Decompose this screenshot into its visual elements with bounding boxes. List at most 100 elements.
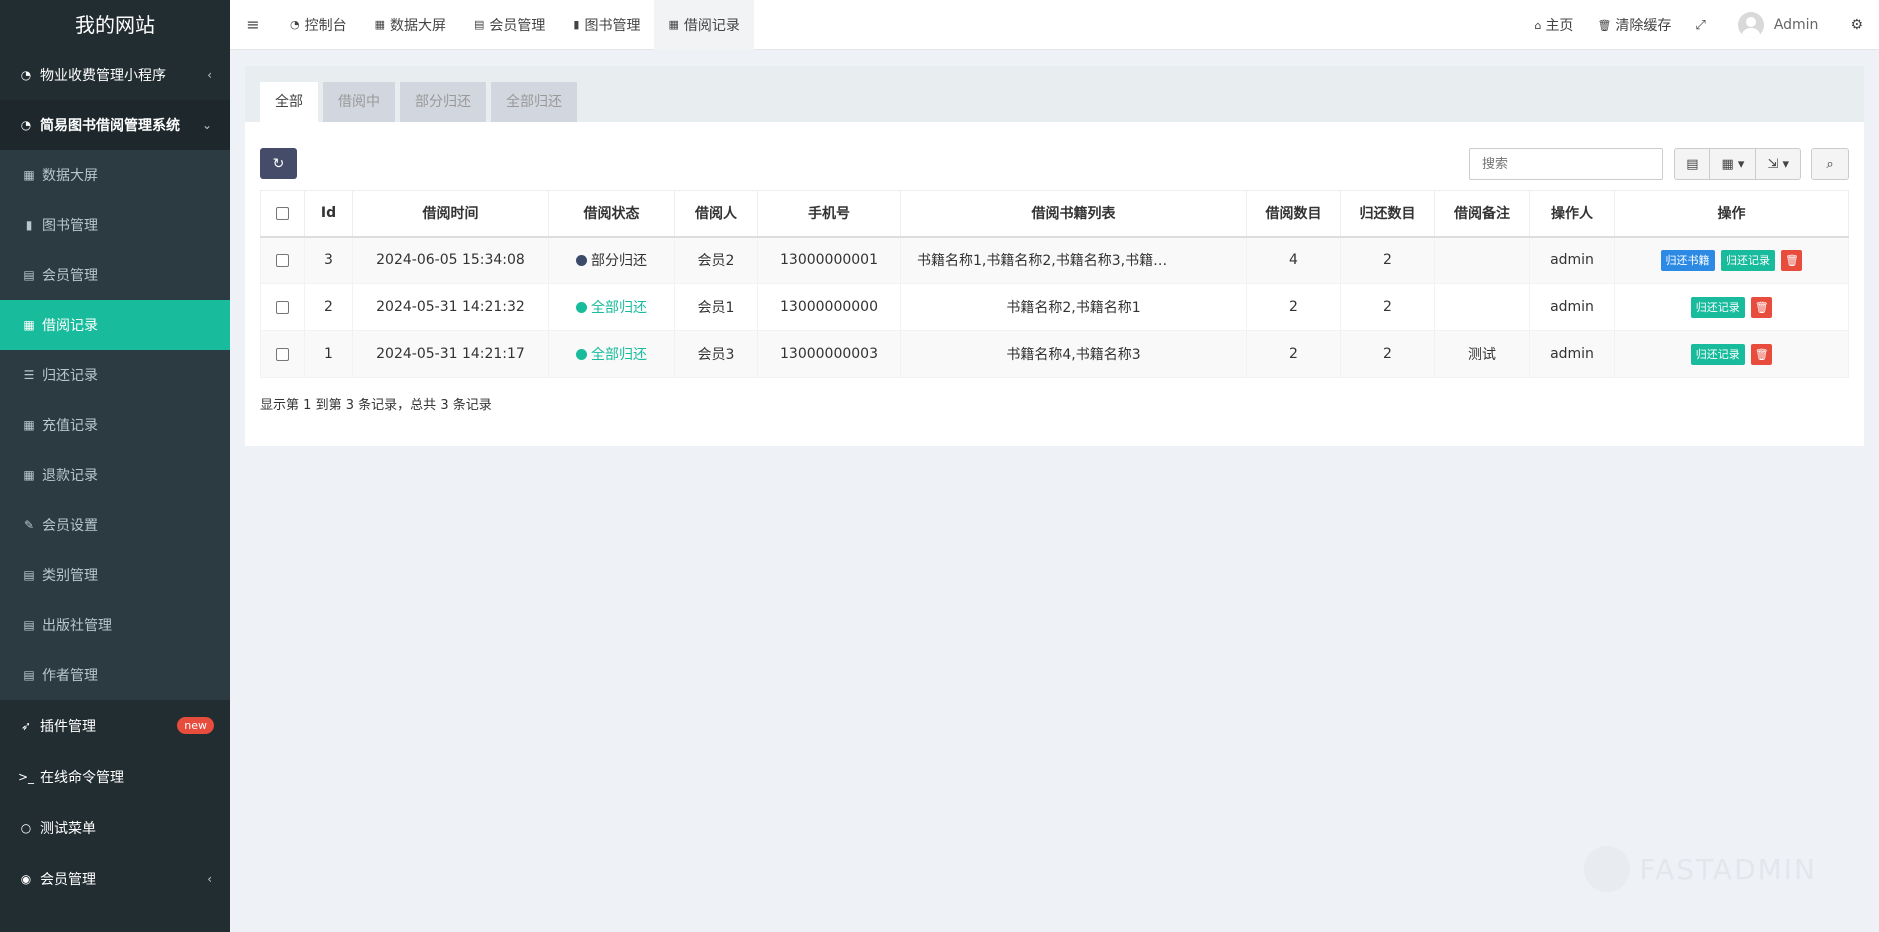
tab-borrow-records[interactable]: ▦ 借阅记录	[654, 0, 754, 50]
clear-cache-button[interactable]: 🗑 清除缓存	[1585, 15, 1683, 35]
menu-test[interactable]: ○ 测试菜单	[0, 802, 230, 853]
content-panel: 全部 借阅中 部分归还 全部归还 ↻ ▤ ▦ ▾ ⇲ ▾ ⌕ Id 借阅时间 借…	[245, 66, 1864, 446]
tab-data-screen[interactable]: ▦ 数据大屏	[361, 0, 460, 50]
tab-partial-returned[interactable]: 部分归还	[400, 82, 486, 122]
menu-toggle-icon[interactable]: ≡	[230, 15, 276, 34]
menu-member-management-label: 会员管理	[40, 871, 96, 888]
column-header[interactable]: 借阅状态	[548, 190, 675, 238]
row-checkbox-cell[interactable]	[260, 283, 305, 331]
header-right: ⌂ 主页 🗑 清除缓存 ⤢ Admin ⚙	[1522, 0, 1879, 50]
settings-gears-icon[interactable]: ⚙	[1838, 17, 1879, 33]
cell-return-count: 2	[1340, 236, 1435, 284]
site-logo[interactable]: 我的网站	[0, 0, 230, 50]
column-header[interactable]: 借阅数目	[1246, 190, 1341, 238]
column-header[interactable]: 借阅人	[674, 190, 758, 238]
menu-online-command[interactable]: >_ 在线命令管理	[0, 751, 230, 802]
checkbox[interactable]	[276, 300, 289, 314]
sidebar-item-authors[interactable]: ▤ 作者管理	[0, 650, 230, 700]
column-header[interactable]: 归还数目	[1340, 190, 1435, 238]
sidebar-item-categories[interactable]: ▤ 类别管理	[0, 550, 230, 600]
checkbox[interactable]	[276, 347, 289, 361]
select-all-checkbox[interactable]	[260, 190, 305, 238]
list-icon: ▤	[23, 668, 35, 682]
sidebar-item-recharge-records[interactable]: ▦ 充值记录	[0, 400, 230, 450]
return-record-button[interactable]: 归还记录	[1690, 296, 1745, 318]
menu-member-management[interactable]: ◉ 会员管理 ‹	[0, 853, 230, 904]
status-text: 全部归还	[591, 300, 647, 316]
table-row[interactable]: 1 2024-05-31 14:21:17 全部归还 会员3 130000000…	[260, 330, 1849, 378]
cell-time: 2024-05-31 14:21:32	[352, 283, 549, 331]
cell-id: 1	[304, 330, 353, 378]
home-label: 主页	[1545, 18, 1574, 34]
fullscreen-icon[interactable]: ⤢	[1683, 18, 1717, 33]
search-button[interactable]: ⌕	[1811, 148, 1849, 180]
return-record-button[interactable]: 归还记录	[1690, 343, 1745, 365]
checkbox[interactable]	[276, 253, 289, 267]
column-header[interactable]: 借阅备注	[1434, 190, 1530, 238]
return-record-button[interactable]: 归还记录	[1721, 249, 1775, 271]
chevron-left-icon: ‹	[207, 871, 212, 886]
user-menu[interactable]: Admin	[1718, 12, 1839, 38]
tab-books[interactable]: ▮ 图书管理	[559, 0, 654, 50]
search-input[interactable]	[1469, 148, 1663, 180]
menu-library-system[interactable]: ◔ 简易图书借阅管理系统 ⌄	[0, 100, 230, 150]
column-header[interactable]: 手机号	[757, 190, 901, 238]
sidebar-item-label: 作者管理	[42, 668, 98, 684]
row-checkbox-cell[interactable]	[260, 330, 305, 378]
export-button[interactable]: ⇲ ▾	[1756, 149, 1800, 179]
columns-button[interactable]: ▦ ▾	[1710, 149, 1757, 179]
checkbox[interactable]	[276, 206, 289, 220]
sidebar-item-label: 充值记录	[42, 418, 98, 434]
menu-property-fee[interactable]: ◔ 物业收费管理小程序 ‹	[0, 50, 230, 100]
sidebar-item-refund-records[interactable]: ▦ 退款记录	[0, 450, 230, 500]
fastadmin-watermark: FASTADMIN	[1583, 846, 1817, 892]
sidebar-item-label: 借阅记录	[42, 318, 98, 334]
sidebar-item-member-settings[interactable]: ✎ 会员设置	[0, 500, 230, 550]
clear-cache-label: 清除缓存	[1615, 18, 1672, 34]
column-header[interactable]: 借阅书籍列表	[900, 190, 1247, 238]
column-header[interactable]: Id	[304, 190, 353, 238]
delete-icon[interactable]: 🗑	[1751, 343, 1773, 365]
sidebar-item-publishers[interactable]: ▤ 出版社管理	[0, 600, 230, 650]
library-submenu: ▦ 数据大屏 ▮ 图书管理 ▤ 会员管理 ▦ 借阅记录 ☰ 归还记录 ▦ 充值记录 ▦ 退款记…	[0, 150, 230, 700]
cell-books: 书籍名称1,书籍名称2,书籍名称3,书籍…	[900, 236, 1247, 284]
toggle-view-button[interactable]: ▤	[1675, 149, 1711, 179]
column-header[interactable]: 操作人	[1529, 190, 1615, 238]
delete-icon[interactable]: 🗑	[1751, 296, 1773, 318]
list-view-icon: ▤	[1686, 156, 1699, 172]
sidebar-item-borrow-records[interactable]: ▦ 借阅记录	[0, 300, 230, 350]
sidebar-item-data-screen[interactable]: ▦ 数据大屏	[0, 150, 230, 200]
tab-label: 控制台	[304, 17, 347, 34]
cell-operator: admin	[1529, 330, 1615, 378]
return-book-button[interactable]: 归还书籍	[1660, 249, 1715, 271]
cell-phone: 13000000000	[757, 283, 901, 331]
table-row[interactable]: 3 2024-06-05 15:34:08 部分归还 会员2 130000000…	[260, 236, 1849, 284]
row-checkbox-cell[interactable]	[260, 236, 305, 284]
tab-members[interactable]: ▤ 会员管理	[460, 0, 559, 50]
sidebar-item-return-records[interactable]: ☰ 归还记录	[0, 350, 230, 400]
menu-test-label: 测试菜单	[40, 820, 96, 837]
cell-operator: admin	[1529, 236, 1615, 284]
delete-icon[interactable]: 🗑	[1781, 249, 1803, 271]
cell-borrow-count: 2	[1246, 283, 1341, 331]
tab-borrowing[interactable]: 借阅中	[323, 82, 395, 122]
pager-text: 显示第	[260, 398, 300, 413]
home-link[interactable]: ⌂ 主页	[1522, 15, 1585, 35]
tab-all-returned[interactable]: 全部归还	[491, 82, 577, 122]
tab-dashboard[interactable]: ◔ 控制台	[276, 0, 361, 50]
status-dot-icon	[576, 255, 587, 267]
sidebar-item-books[interactable]: ▮ 图书管理	[0, 200, 230, 250]
menu-plugins[interactable]: ➶ 插件管理 new	[0, 700, 230, 751]
dashboard-icon: ◔	[20, 118, 32, 132]
table-icon: ▦	[23, 418, 35, 432]
cell-operator: admin	[1529, 283, 1615, 331]
refresh-button[interactable]: ↻	[260, 148, 297, 179]
avatar	[1737, 12, 1764, 38]
tab-all[interactable]: 全部	[260, 82, 318, 122]
table-row[interactable]: 2 2024-05-31 14:21:32 全部归还 会员1 130000000…	[260, 283, 1849, 331]
sidebar-item-members[interactable]: ▤ 会员管理	[0, 250, 230, 300]
list-icon: ▤	[23, 618, 35, 632]
sidebar-item-label: 类别管理	[42, 568, 98, 584]
column-header[interactable]: 借阅时间	[352, 190, 549, 238]
cell-time: 2024-06-05 15:34:08	[352, 236, 549, 284]
